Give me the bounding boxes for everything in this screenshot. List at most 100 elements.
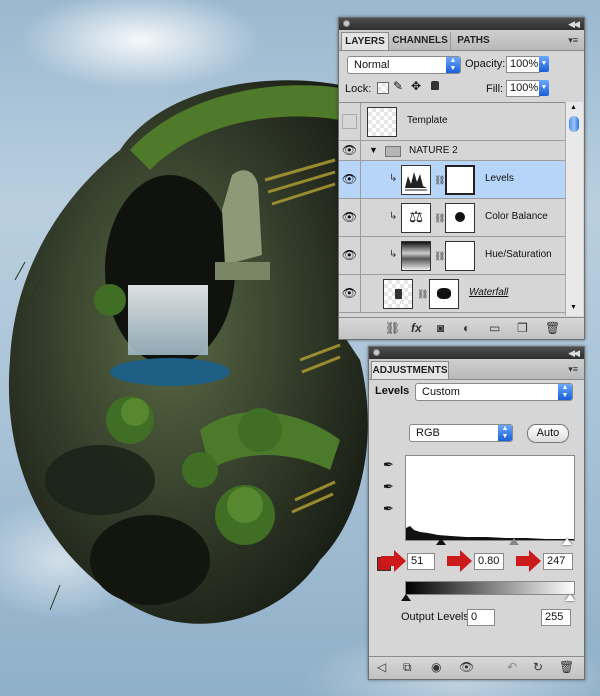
gray-point-eyedropper-icon[interactable]: ✒ [383, 479, 394, 495]
eye-icon[interactable]: 👁 [459, 660, 474, 674]
layer-thumbnail [367, 107, 397, 137]
layer-row-color-balance[interactable]: 👁 ↳ ⚖ ⛓ Color Balance [339, 199, 565, 237]
layer-name: Waterfall [469, 287, 509, 298]
adjustments-titlebar[interactable]: ◀◀ [369, 347, 584, 359]
layers-footer: ⛓ fx ◙ ◐ ▭ ❐ 🗑 [339, 317, 584, 339]
adjustment-icon[interactable]: ◐ [463, 321, 470, 335]
channel-select[interactable]: RGB ▲ ▼ [409, 424, 513, 442]
expand-icon[interactable]: ⧉ [403, 660, 412, 675]
scroll-up-icon[interactable]: ▲ [570, 104, 577, 111]
adjustments-panel: ◀◀ ADJUSTMENTS ▾≡ Levels Custom ▲ ▼ RGB ▲… [368, 346, 585, 680]
folder-icon[interactable]: ▭ [489, 321, 500, 335]
opacity-label: Opacity: [465, 58, 506, 70]
link-icon[interactable]: ⛓ [434, 251, 445, 262]
preset-value: Custom [422, 386, 460, 398]
panel-menu-icon[interactable]: ▾≡ [568, 35, 578, 46]
levels-adjustment-icon [401, 165, 431, 195]
input-white-field[interactable]: 247 [543, 553, 573, 570]
adjustment-type-label: Levels [375, 385, 410, 397]
output-white-value: 255 [545, 611, 564, 623]
mask-icon[interactable]: ◙ [437, 321, 444, 335]
scrollbar-thumb[interactable] [569, 116, 579, 132]
adjustments-tabbar: ADJUSTMENTS ▾≡ [369, 359, 584, 380]
back-icon[interactable]: ◁ [377, 660, 386, 674]
link-icon[interactable]: ⛓ [385, 321, 400, 335]
input-black-slider[interactable] [436, 538, 446, 545]
empty-eye-box [342, 114, 357, 130]
fx-icon[interactable]: fx [411, 321, 422, 335]
output-black-value: 0 [471, 611, 478, 623]
eye-icon[interactable]: 👁 [339, 237, 361, 274]
link-icon[interactable]: ⛓ [434, 175, 445, 186]
opacity-field[interactable]: 100% [506, 56, 540, 73]
layers-scrollbar[interactable]: ▲ ▼ [565, 102, 583, 316]
hue-saturation-icon [401, 241, 431, 271]
layer-name: Color Balance [485, 211, 548, 222]
blend-mode-select[interactable]: Normal ▲ ▼ [347, 56, 461, 74]
layer-mask-thumbnail [445, 241, 475, 271]
layer-row-template[interactable]: Template [339, 103, 565, 141]
fill-field[interactable]: 100% [506, 80, 540, 97]
layer-row-levels[interactable]: 👁 ↳ ⛓ Levels [339, 161, 565, 199]
output-white-slider[interactable] [565, 594, 575, 601]
link-icon[interactable]: ⛓ [417, 289, 428, 300]
layer-mask-thumbnail [445, 165, 475, 195]
layer-name: Levels [485, 173, 514, 184]
layer-row-group[interactable]: 👁 ▼ NATURE 2 [339, 141, 565, 161]
blend-mode-value: Normal [354, 59, 390, 71]
lock-pixels-icon[interactable]: ✎ [393, 79, 403, 93]
output-black-slider[interactable] [401, 594, 411, 601]
eye-icon[interactable]: 👁 [339, 275, 361, 312]
fill-dropdown[interactable]: ▼ [539, 80, 549, 98]
input-black-field[interactable]: 51 [407, 553, 435, 570]
tab-layers[interactable]: LAYERS [341, 32, 389, 50]
close-icon[interactable] [373, 349, 380, 356]
tab-paths[interactable]: PATHS [450, 32, 496, 50]
histogram-graph [406, 526, 574, 540]
input-white-slider[interactable] [562, 538, 572, 545]
eye-icon[interactable]: 👁 [339, 141, 361, 160]
scroll-down-icon[interactable]: ▼ [570, 304, 577, 311]
visibility-toggle-empty[interactable] [339, 103, 361, 140]
layer-row-waterfall[interactable]: 👁 ⛓ Waterfall [339, 275, 565, 313]
tab-adjustments[interactable]: ADJUSTMENTS [371, 361, 449, 379]
preset-select[interactable]: Custom ▲ ▼ [415, 383, 573, 401]
reset-previous-icon[interactable]: ↶ [507, 660, 517, 674]
mask-blob [437, 288, 451, 299]
fill-label: Fill: [486, 83, 504, 95]
output-white-field[interactable]: 255 [541, 609, 571, 626]
panel-menu-icon[interactable]: ▾≡ [568, 364, 578, 375]
chevron-updown-icon: ▲ ▼ [446, 57, 460, 73]
input-gamma-field[interactable]: 0.80 [474, 553, 504, 570]
layers-panel: ◀◀ LAYERS CHANNELS PATHS ▾≡ Normal ▲ ▼ Op… [338, 17, 585, 340]
chevron-down-icon: ▼ [539, 80, 549, 96]
histogram [405, 455, 575, 541]
input-black-value: 51 [411, 555, 424, 567]
auto-button[interactable]: Auto [527, 424, 569, 443]
lock-position-icon[interactable]: ✥ [411, 79, 421, 93]
opacity-dropdown[interactable]: ▼ [539, 56, 549, 74]
clip-icon[interactable]: ◉ [431, 660, 441, 674]
trash-icon[interactable]: 🗑 [559, 660, 574, 674]
layer-name: Template [407, 115, 448, 126]
tab-channels[interactable]: CHANNELS [390, 32, 450, 50]
output-black-field[interactable]: 0 [467, 609, 495, 626]
link-icon[interactable]: ⛓ [434, 213, 445, 224]
new-layer-icon[interactable]: ❐ [517, 321, 528, 335]
collapse-icon[interactable]: ◀◀ [568, 347, 580, 359]
layer-row-hue-saturation[interactable]: 👁 ↳ ⛓ Hue/Saturation [339, 237, 565, 275]
close-icon[interactable] [343, 20, 350, 27]
white-point-eyedropper-icon[interactable]: ✒ [383, 501, 394, 517]
lock-transparent-icon[interactable] [377, 82, 389, 94]
eye-icon[interactable]: 👁 [339, 161, 361, 198]
trash-icon[interactable]: 🗑 [545, 321, 560, 335]
input-gamma-slider[interactable] [509, 538, 519, 545]
reset-icon[interactable]: ↻ [533, 660, 543, 674]
black-point-eyedropper-icon[interactable]: ✒ [383, 457, 394, 473]
collapse-icon[interactable]: ◀◀ [568, 18, 580, 30]
lock-all-icon[interactable] [431, 81, 439, 90]
eye-icon[interactable]: 👁 [339, 199, 361, 236]
disclosure-triangle-icon[interactable]: ▼ [369, 145, 378, 155]
auto-button-label: Auto [536, 427, 560, 439]
layers-titlebar[interactable]: ◀◀ [339, 18, 584, 30]
